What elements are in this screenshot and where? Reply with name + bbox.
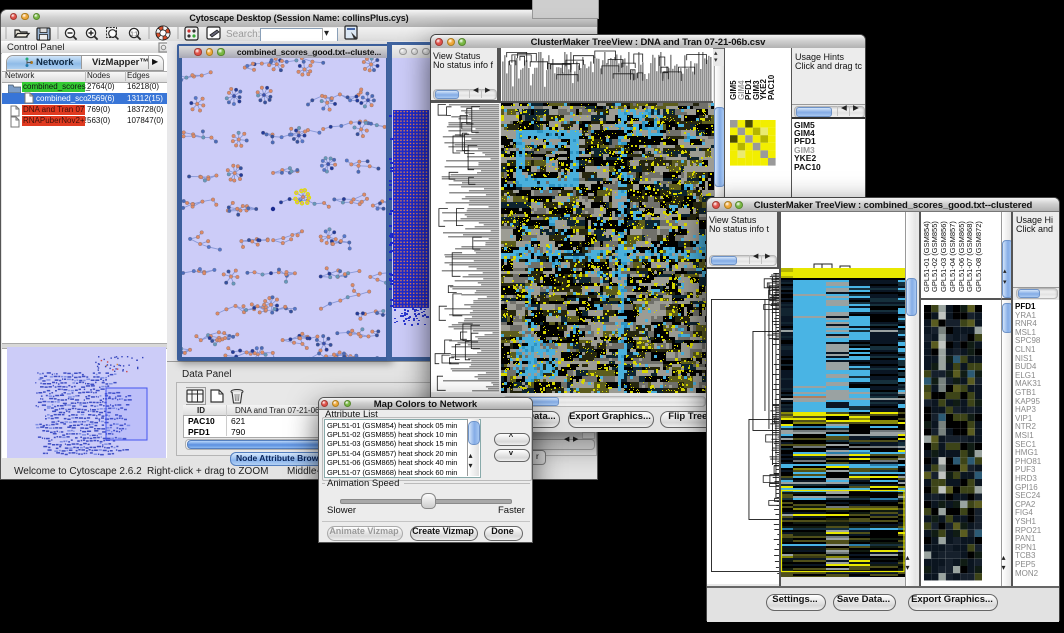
svg-text:1:1: 1:1 [131, 32, 138, 38]
